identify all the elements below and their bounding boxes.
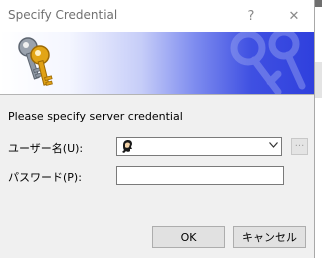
- browse-button[interactable]: ...: [291, 138, 308, 155]
- window-title: Specify Credential: [8, 8, 118, 22]
- keys-watermark-icon: [230, 32, 306, 94]
- password-label: パスワード(P):: [8, 171, 82, 184]
- help-button[interactable]: ?: [228, 0, 274, 32]
- banner-divider: [0, 94, 314, 95]
- ok-button[interactable]: OK: [152, 226, 225, 248]
- cancel-button[interactable]: キャンセル: [233, 226, 306, 248]
- username-combobox[interactable]: [116, 137, 282, 156]
- title-bar: Specify Credential ? ✕: [0, 0, 314, 32]
- chevron-down-icon: [269, 142, 278, 148]
- close-icon: ✕: [288, 8, 300, 24]
- username-label: ユーザー名(U):: [8, 142, 84, 155]
- background-window-edge: [314, 0, 322, 258]
- header-banner: [0, 32, 314, 94]
- keys-icon: [18, 37, 53, 86]
- user-icon: [122, 140, 132, 153]
- close-button[interactable]: ✕: [274, 0, 314, 32]
- help-icon: ?: [247, 8, 255, 24]
- password-field[interactable]: [116, 166, 284, 185]
- prompt-text: Please specify server credential: [8, 110, 183, 123]
- credential-dialog: Specify Credential ? ✕ Please specify se…: [0, 0, 314, 258]
